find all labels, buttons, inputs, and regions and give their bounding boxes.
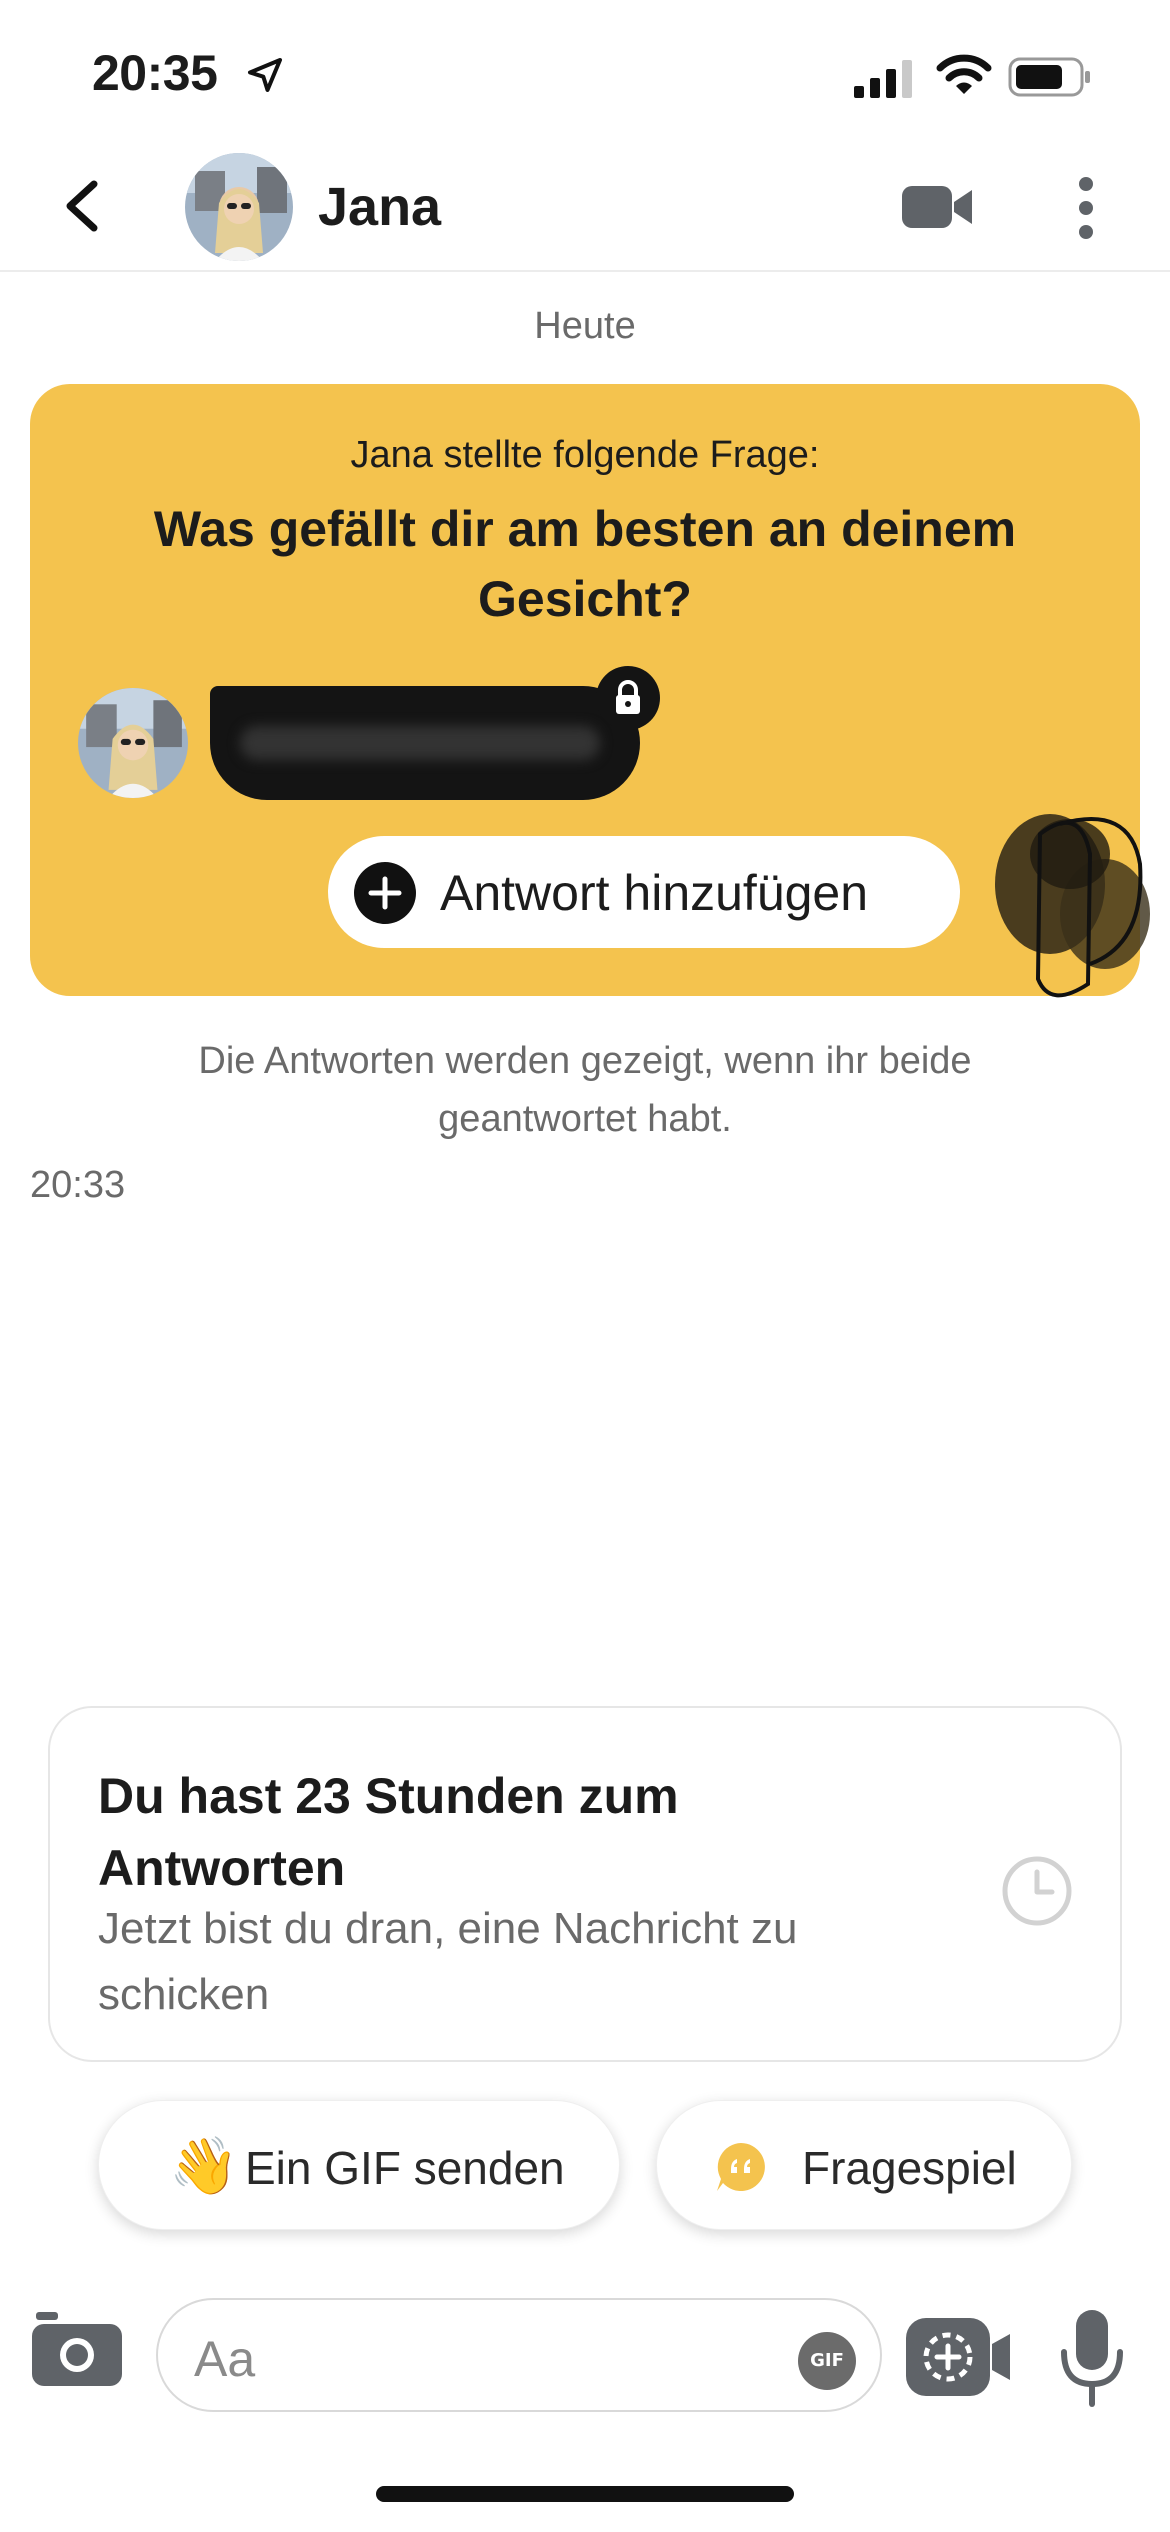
send-gif-chip[interactable]: 👋 Ein GIF senden	[98, 2100, 620, 2230]
question-intro: Jana stellte folgende Frage:	[350, 434, 820, 476]
battery-icon	[1008, 57, 1090, 97]
home-indicator	[376, 2486, 794, 2502]
info-text: Die Antworten werden gezeigt, wenn ihr b…	[198, 1040, 972, 1140]
question-text: Was gefällt dir am besten an deinem Gesi…	[153, 501, 1017, 627]
question-card: Jana stellte folgende Frage: Was gefällt…	[30, 384, 1150, 998]
date-divider: Heute	[534, 305, 636, 347]
hidden-answer-bubble	[210, 686, 640, 800]
message-input[interactable]: Aa GIF	[156, 2298, 882, 2412]
send-gif-label: Ein GIF senden	[245, 2142, 565, 2194]
gif-button[interactable]: GIF	[798, 2332, 856, 2390]
contact-name[interactable]: Jana	[318, 176, 441, 238]
timer-title: Du hast 23 Stunden zum Antworten	[98, 1768, 679, 1896]
signal-icon	[854, 60, 912, 98]
question-game-chip[interactable]: Fragespiel	[656, 2100, 1072, 2230]
lock-icon	[596, 666, 660, 730]
avatar[interactable]	[185, 153, 293, 261]
message-placeholder: Aa	[194, 2331, 256, 2387]
location-arrow-icon	[248, 58, 282, 92]
more-icon[interactable]	[1074, 174, 1098, 242]
waving-hand-icon: 👋	[169, 2134, 239, 2197]
add-answer-label: Antwort hinzufügen	[440, 865, 869, 921]
wifi-icon	[936, 54, 992, 94]
message-timestamp: 20:33	[30, 1164, 126, 1206]
quote-bubble-icon	[717, 2143, 765, 2191]
video-note-icon[interactable]	[904, 2314, 1016, 2400]
avatar	[78, 688, 188, 798]
chat-header: Jana	[0, 140, 1170, 272]
microphone-icon[interactable]	[1056, 2308, 1128, 2408]
video-call-icon[interactable]	[900, 180, 976, 234]
plus-circle-icon	[354, 862, 416, 924]
scribble-overlay	[995, 814, 1150, 998]
reply-timer-card: Du hast 23 Stunden zum Antworten Jetzt b…	[48, 1706, 1122, 2062]
back-icon[interactable]	[58, 178, 108, 234]
clock-icon	[1002, 1856, 1072, 1926]
add-answer-button[interactable]: Antwort hinzufügen	[328, 836, 960, 948]
chat-screen: 20:35 Jana Heute Jana stellte folgende F…	[0, 0, 1170, 2532]
camera-icon[interactable]	[30, 2310, 124, 2388]
question-game-label: Fragespiel	[802, 2142, 1017, 2194]
timer-subtitle: Jetzt bist du dran, eine Nachricht zu sc…	[98, 1904, 798, 2019]
status-time: 20:35	[92, 45, 218, 101]
